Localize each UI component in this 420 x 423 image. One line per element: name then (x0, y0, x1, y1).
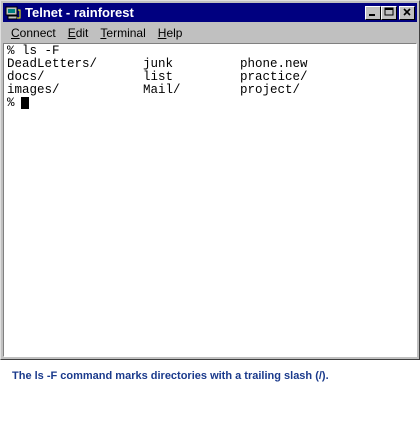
close-icon (402, 4, 412, 22)
maximize-button[interactable] (381, 4, 397, 22)
menu-connect[interactable]: Connect (3, 26, 62, 40)
window-controls (365, 4, 415, 22)
listing-entry: project/ (240, 83, 301, 97)
menu-terminal[interactable]: Terminal (94, 26, 151, 40)
menu-edit-label: dit (75, 25, 89, 40)
menu-connect-mnemonic: C (11, 25, 20, 40)
figure-caption: The ls -F command marks directories with… (12, 370, 329, 382)
menu-edit-mnemonic: E (67, 25, 76, 40)
listing-entry: Mail/ (143, 83, 181, 97)
window-title: Telnet - rainforest (25, 5, 134, 20)
menu-edit[interactable]: Edit (62, 26, 95, 40)
title-bar[interactable]: Telnet - rainforest (3, 3, 417, 22)
text-cursor (21, 97, 29, 109)
minimize-button[interactable] (365, 4, 381, 22)
menu-help[interactable]: Help (152, 26, 189, 40)
maximize-icon (384, 4, 394, 22)
prompt: % (7, 96, 15, 110)
minimize-icon (368, 4, 378, 22)
telnet-window: Telnet - rainforest Connect Edit Termina… (0, 0, 420, 360)
listing-row: images/ Mail/ project/ (7, 84, 407, 97)
listing-row: docs/ list practice/ (7, 71, 407, 84)
menu-terminal-label: erminal (106, 25, 146, 40)
telnet-computer-icon[interactable] (5, 5, 21, 21)
terminal-screen[interactable]: % ls -F DeadLetters/ junk phone.new docs… (3, 43, 417, 357)
menu-help-label: elp (166, 25, 183, 40)
menu-connect-label: onnect (19, 25, 56, 40)
menu-bar: Connect Edit Terminal Help (3, 23, 417, 42)
close-button[interactable] (399, 4, 415, 22)
listing-row: DeadLetters/ junk phone.new (7, 58, 407, 71)
